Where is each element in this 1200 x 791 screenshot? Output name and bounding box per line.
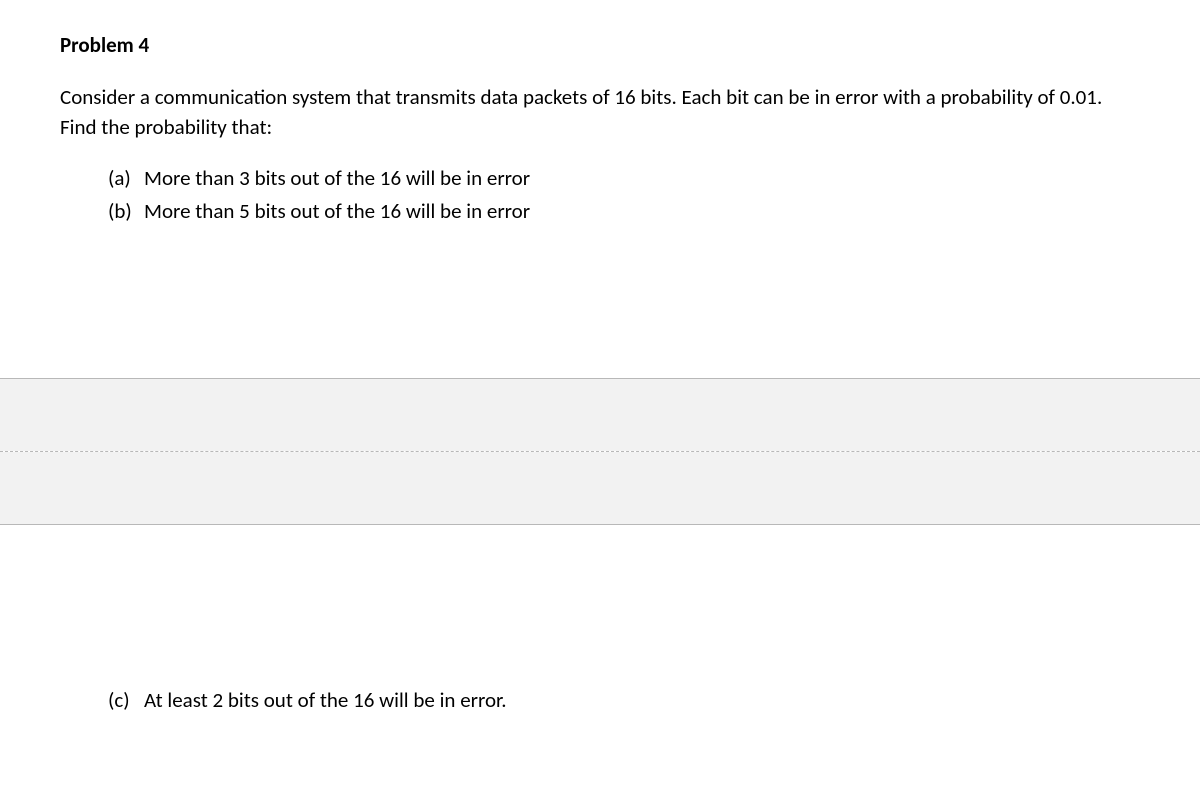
problem-parts-bottom: (c) At least 2 bits out of the 16 will b… xyxy=(60,685,1140,717)
part-label: (c) xyxy=(108,685,144,717)
problem-parts-top: (a) More than 3 bits out of the 16 will … xyxy=(60,163,1140,228)
problem-part-b: (b) More than 5 bits out of the 16 will … xyxy=(108,196,1140,228)
problem-title: Problem 4 xyxy=(60,32,1140,58)
page-break-region xyxy=(0,378,1200,525)
problem-part-a: (a) More than 3 bits out of the 16 will … xyxy=(108,163,1140,195)
part-text: More than 3 bits out of the 16 will be i… xyxy=(144,163,530,195)
problem-content: Problem 4 Consider a communication syste… xyxy=(0,0,1200,228)
divider-solid-bottom xyxy=(0,524,1200,525)
part-label: (b) xyxy=(108,196,144,228)
part-label: (a) xyxy=(108,163,144,195)
problem-statement: Consider a communication system that tra… xyxy=(60,82,1140,143)
problem-content-after-break: (c) At least 2 bits out of the 16 will b… xyxy=(0,685,1200,717)
problem-part-c: (c) At least 2 bits out of the 16 will b… xyxy=(108,685,1140,717)
part-text: More than 5 bits out of the 16 will be i… xyxy=(144,196,530,228)
gray-band-top xyxy=(0,379,1200,451)
gray-band-bottom xyxy=(0,452,1200,524)
part-text: At least 2 bits out of the 16 will be in… xyxy=(144,685,507,717)
